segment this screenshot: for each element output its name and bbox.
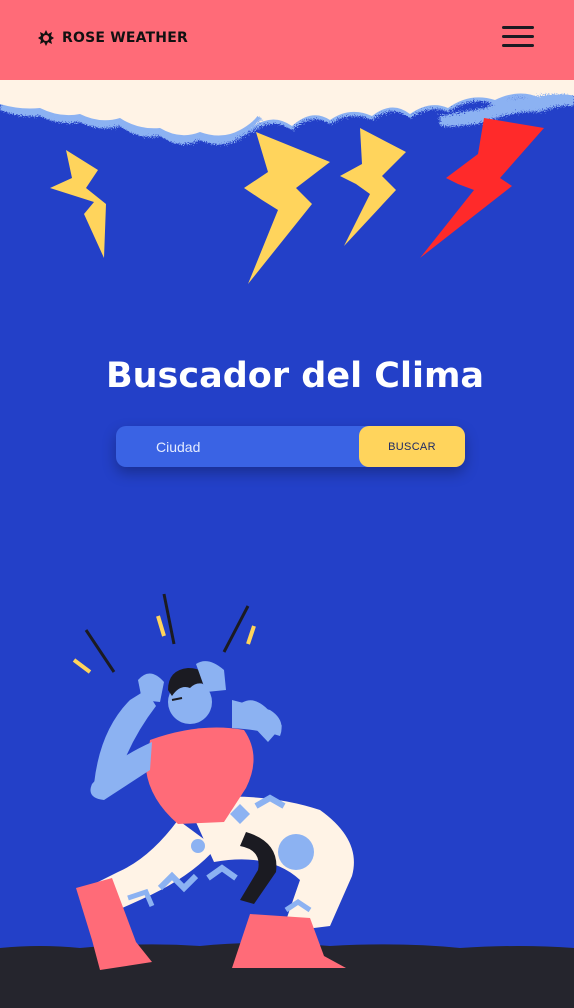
lightning-bolts xyxy=(50,118,544,284)
scared-person-illustration xyxy=(72,593,354,970)
city-search-input[interactable] xyxy=(116,426,362,467)
hamburger-menu-icon[interactable] xyxy=(500,24,536,50)
rose-logo-icon xyxy=(38,30,54,46)
top-nav-bar: ROSE WEATHER xyxy=(0,0,574,80)
brand-name: ROSE WEATHER xyxy=(62,30,188,46)
search-button[interactable]: BUSCAR xyxy=(359,426,465,467)
storm-illustration xyxy=(0,80,574,1008)
search-bar: BUSCAR xyxy=(116,426,465,467)
page-title: Buscador del Clima xyxy=(105,356,485,396)
brand[interactable]: ROSE WEATHER xyxy=(36,28,188,48)
